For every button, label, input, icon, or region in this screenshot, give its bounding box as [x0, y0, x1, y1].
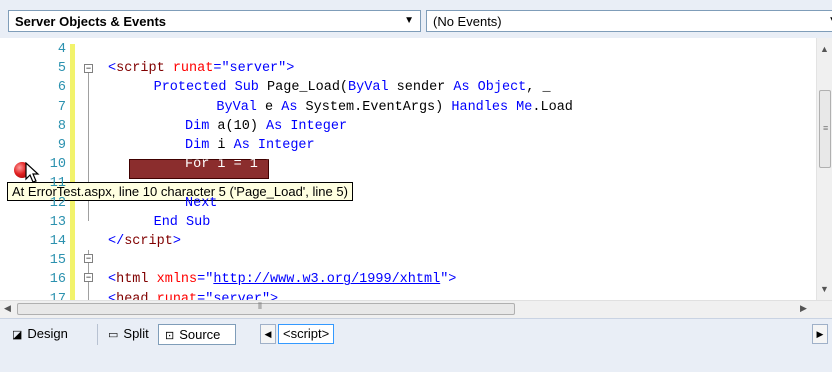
scroll-up-arrow-icon[interactable]: ▲ — [820, 44, 829, 54]
code-editor[interactable]: − − − At ErrorTest.aspx, line 10 charact… — [0, 38, 816, 300]
line-number: 17 — [49, 291, 66, 300]
line-number: 11 — [49, 176, 66, 192]
collapse-icon[interactable]: − — [84, 64, 93, 73]
code-line[interactable]: ByVal e As System.EventArgs) Handles Me.… — [184, 100, 573, 115]
code-line[interactable]: <script runat="server"> — [108, 61, 294, 76]
tag-navigator-item[interactable]: <script> — [278, 324, 335, 344]
objects-dropdown[interactable]: Server Objects & Events ▼ — [8, 10, 421, 32]
line-number: 16 — [49, 272, 66, 288]
code-line[interactable]: Protected Sub Page_Load(ByVal sender As … — [154, 80, 551, 95]
line-number: 12 — [49, 195, 66, 211]
split-view-button[interactable]: ▭ Split — [97, 324, 155, 345]
view-switcher-bar: ◪ Design ▭ Split ⊡ Source ◀ <script> ▶ — [0, 318, 832, 372]
objects-dropdown-value: Server Objects & Events — [15, 14, 167, 29]
code-line[interactable]: Next — [169, 196, 217, 211]
collapse-icon[interactable]: − — [84, 254, 93, 263]
tag-navigator-right-arrow[interactable]: ▶ — [812, 324, 828, 344]
line-number: 13 — [49, 214, 66, 230]
split-label: Split — [123, 326, 149, 341]
line-number: 5 — [57, 61, 66, 77]
horizontal-scroll-thumb[interactable]: ⦀ — [17, 301, 515, 315]
design-label: Design — [27, 326, 68, 341]
scroll-left-arrow-icon[interactable]: ◀ — [4, 303, 11, 314]
line-number: 4 — [57, 42, 66, 57]
navigation-bar: Server Objects & Events ▼ (No Events) ▼ — [0, 0, 832, 39]
vertical-scrollbar[interactable]: ▲ ≡ ▼ — [816, 38, 832, 300]
line-number: 7 — [57, 99, 66, 115]
code-line[interactable]: <head runat="server"> — [108, 292, 278, 300]
dropdown-arrow-icon: ▼ — [404, 15, 414, 26]
horizontal-scrollbar[interactable]: ◀ ⦀ ▶ — [0, 300, 832, 318]
design-icon: ◪ — [12, 329, 23, 341]
line-number: 15 — [49, 253, 66, 269]
scroll-right-arrow-icon[interactable]: ▶ — [800, 303, 807, 314]
scroll-down-arrow-icon[interactable]: ▼ — [820, 284, 829, 294]
change-marker-bar — [70, 44, 75, 300]
code-line[interactable]: For i = 1 To 11 — [169, 157, 307, 172]
code-line[interactable]: End Sub — [154, 215, 211, 230]
code-line[interactable]: <html xmlns="http://www.w3.org/1999/xhtm… — [108, 272, 456, 287]
vertical-scroll-thumb[interactable]: ≡ — [819, 90, 831, 168]
dropdown-arrow-icon: ▼ — [828, 15, 832, 26]
tag-navigator-left-arrow[interactable]: ◀ — [260, 324, 276, 344]
events-dropdown-value: (No Events) — [433, 14, 502, 29]
source-icon: ⊡ — [165, 330, 175, 342]
line-number: 9 — [57, 138, 66, 153]
line-number: 14 — [49, 234, 66, 249]
line-number: 6 — [57, 80, 66, 96]
collapse-icon[interactable]: − — [84, 273, 93, 282]
design-view-button[interactable]: ◪ Design — [6, 324, 74, 345]
source-label: Source — [179, 327, 221, 342]
source-view-button[interactable]: ⊡ Source — [158, 324, 236, 345]
events-dropdown[interactable]: (No Events) ▼ — [426, 10, 832, 32]
code-line[interactable]: Dim i As Integer — [169, 138, 315, 153]
split-icon: ▭ — [108, 329, 119, 341]
code-line[interactable]: </script> — [108, 234, 181, 249]
code-line[interactable]: Dim a(10) As Integer — [169, 119, 347, 134]
line-number: 10 — [49, 157, 66, 173]
line-number: 8 — [57, 118, 66, 134]
